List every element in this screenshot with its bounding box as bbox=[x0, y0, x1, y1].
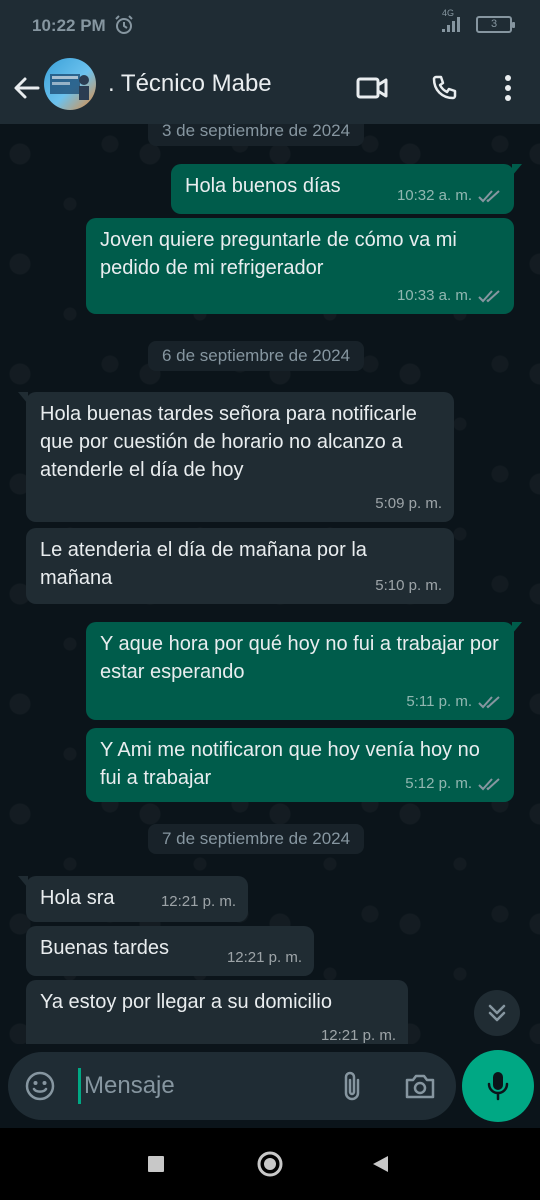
avatar[interactable] bbox=[44, 58, 96, 110]
circle-icon bbox=[257, 1151, 283, 1177]
system-nav-bar bbox=[0, 1128, 540, 1200]
message-bubble-incoming[interactable]: Ya estoy por llegar a su domicilio 12:21… bbox=[26, 980, 408, 1044]
emoji-icon bbox=[25, 1071, 55, 1101]
video-call-icon bbox=[356, 77, 388, 99]
battery-icon: 3 bbox=[476, 16, 515, 33]
double-check-icon bbox=[478, 190, 500, 203]
date-separator: 6 de septiembre de 2024 bbox=[148, 341, 365, 371]
battery-level: 3 bbox=[490, 18, 498, 30]
more-options-button[interactable] bbox=[488, 68, 528, 108]
date-separator: 3 de septiembre de 2024 bbox=[148, 124, 365, 146]
text-cursor bbox=[78, 1068, 81, 1104]
message-text: Joven quiere preguntarle de cómo va mi p… bbox=[100, 229, 457, 279]
double-check-icon bbox=[478, 290, 500, 303]
message-time: 5:12 p. m. bbox=[405, 775, 472, 792]
message-bubble-incoming[interactable]: Hola buenas tardes señora para notificar… bbox=[18, 392, 454, 522]
back-nav-button[interactable] bbox=[364, 1148, 396, 1180]
contact-name[interactable]: . Técnico Mabe bbox=[108, 70, 272, 98]
recents-button[interactable] bbox=[140, 1148, 172, 1180]
attach-button[interactable] bbox=[334, 1068, 370, 1104]
message-time: 10:32 a. m. bbox=[396, 187, 472, 204]
back-button[interactable] bbox=[8, 68, 44, 108]
message-text: Ya estoy por llegar a su domicilio bbox=[40, 991, 332, 1013]
message-time: 12:21 p. m. bbox=[160, 893, 236, 910]
message-bubble-outgoing[interactable]: Hola buenos días 10:32 a. m. bbox=[171, 164, 522, 214]
double-check-icon bbox=[478, 696, 500, 709]
status-time: 10:22 PM bbox=[32, 16, 106, 35]
message-meta: 5:10 p. m. bbox=[375, 572, 442, 600]
emoji-button[interactable] bbox=[24, 1070, 56, 1102]
triangle-back-icon bbox=[373, 1156, 388, 1172]
scroll-to-bottom-button[interactable] bbox=[474, 990, 520, 1036]
message-bubble-incoming[interactable]: Hola sra 12:21 p. m. bbox=[18, 876, 248, 922]
phone-icon bbox=[432, 75, 457, 100]
message-meta: 12:21 p. m. bbox=[321, 1022, 396, 1044]
voice-message-button[interactable] bbox=[462, 1050, 534, 1122]
status-bar: 10:22 PM 4G 3 bbox=[0, 0, 540, 52]
message-time: 5:11 p. m. bbox=[406, 693, 472, 710]
date-separator: 7 de septiembre de 2024 bbox=[148, 824, 365, 854]
alarm-icon bbox=[114, 15, 134, 40]
network-label: 4G bbox=[442, 8, 455, 18]
mic-icon bbox=[487, 1072, 509, 1101]
more-vertical-icon bbox=[505, 75, 511, 101]
message-time: 5:09 p. m. bbox=[375, 495, 442, 512]
signal-icon bbox=[440, 16, 462, 39]
chevrons-down-icon bbox=[488, 1004, 506, 1022]
message-time: 10:33 a. m. bbox=[396, 287, 472, 304]
camera-icon bbox=[405, 1074, 435, 1099]
double-check-icon bbox=[478, 778, 500, 791]
chat-area[interactable]: 3 de septiembre de 2024 Hola buenos días… bbox=[0, 124, 540, 1044]
message-text: Hola buenas tardes señora para notificar… bbox=[40, 403, 417, 481]
home-button[interactable] bbox=[254, 1148, 286, 1180]
message-bubble-incoming[interactable]: Buenas tardes 12:21 p. m. bbox=[26, 926, 314, 976]
message-composer bbox=[8, 1052, 456, 1120]
chat-header: . Técnico Mabe bbox=[0, 52, 540, 124]
attach-icon bbox=[344, 1071, 360, 1101]
message-bubble-incoming[interactable]: Le atenderia el día de mañana por la mañ… bbox=[26, 528, 454, 604]
message-time: 5:10 p. m. bbox=[375, 577, 442, 594]
message-text: Y aque hora por qué hoy no fui a trabaja… bbox=[100, 633, 499, 683]
message-meta: 10:32 a. m. bbox=[397, 182, 502, 210]
message-bubble-outgoing[interactable]: Y aque hora por qué hoy no fui a trabaja… bbox=[86, 622, 522, 720]
message-time: 12:21 p. m. bbox=[320, 1027, 396, 1044]
message-meta: 10:33 a. m. bbox=[397, 282, 502, 310]
message-bubble-outgoing[interactable]: Y Ami me notificaron que hoy venía hoy n… bbox=[86, 728, 514, 802]
message-meta: 5:09 p. m. bbox=[375, 490, 442, 518]
message-input[interactable] bbox=[84, 1064, 324, 1108]
video-call-button[interactable] bbox=[352, 68, 392, 108]
message-time: 12:21 p. m. bbox=[226, 949, 302, 966]
message-bubble-outgoing[interactable]: Joven quiere preguntarle de cómo va mi p… bbox=[86, 218, 514, 314]
message-meta: 5:12 p. m. bbox=[405, 770, 502, 798]
message-meta: 5:11 p. m. bbox=[406, 688, 502, 716]
square-icon bbox=[148, 1156, 164, 1172]
arrow-left-icon bbox=[14, 77, 40, 99]
camera-button[interactable] bbox=[400, 1068, 440, 1104]
voice-call-button[interactable] bbox=[424, 68, 464, 108]
